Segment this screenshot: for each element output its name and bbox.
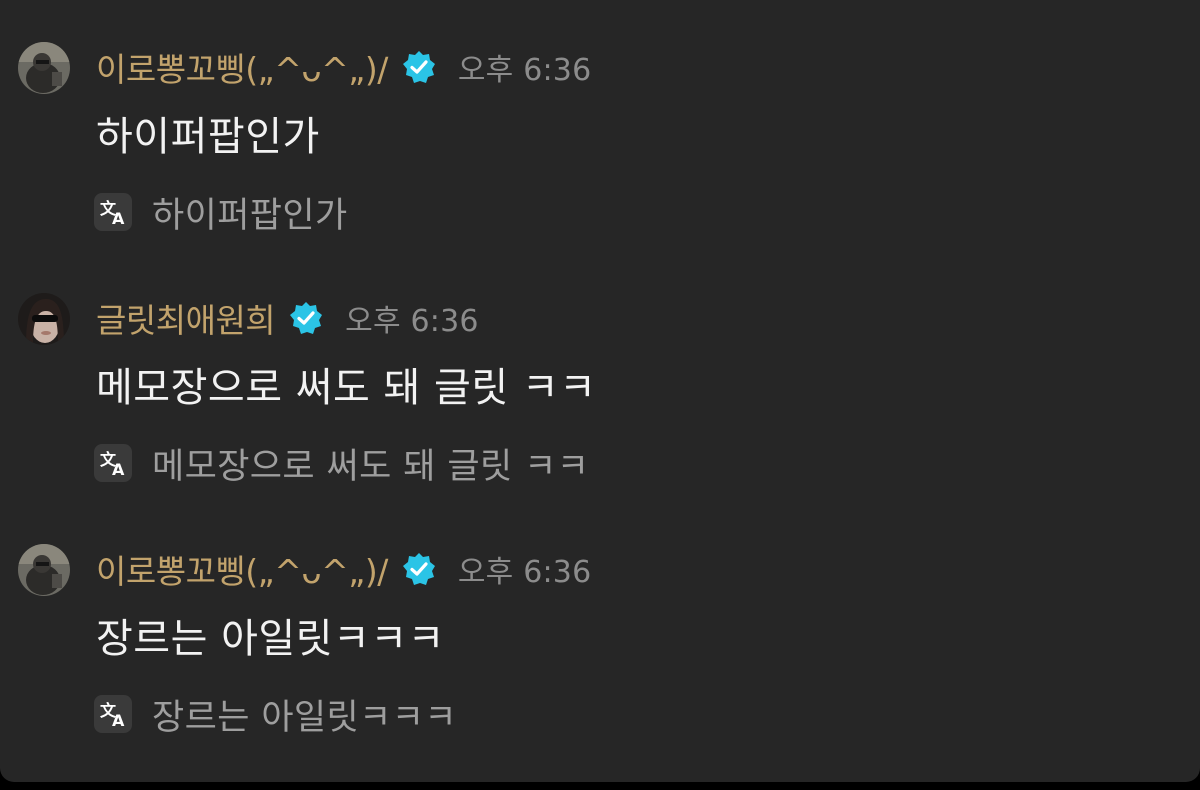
verified-badge-icon: [402, 552, 436, 586]
avatar[interactable]: [18, 293, 70, 345]
translation-row[interactable]: 文 A 메모장으로 써도 돼 글릿 ㅋㅋ: [94, 441, 589, 487]
verified-badge-icon: [402, 50, 436, 84]
message-header: 이로뽕꼬삥(„^ᴗ^„)/ 오후 6:36: [96, 44, 591, 90]
timestamp: 오후 6:36: [457, 555, 592, 590]
translate-icon[interactable]: 文 A: [94, 695, 132, 733]
translation-row[interactable]: 文 A 장르는 아일릿ㅋㅋㅋ: [94, 692, 457, 738]
verified-badge-icon: [289, 301, 323, 335]
translate-icon[interactable]: 文 A: [94, 193, 132, 231]
avatar[interactable]: [18, 42, 70, 94]
svg-text:A: A: [112, 209, 125, 228]
translated-text: 메모장으로 써도 돼 글릿 ㅋㅋ: [152, 446, 590, 487]
translated-text: 하이퍼팝인가: [152, 195, 348, 236]
avatar[interactable]: [18, 544, 70, 596]
translation-row[interactable]: 文 A 하이퍼팝인가: [94, 190, 348, 236]
svg-text:A: A: [112, 711, 125, 730]
username[interactable]: 글릿최애원희: [96, 294, 276, 342]
chat-message: 이로뽕꼬삥(„^ᴗ^„)/ 오후 6:36 장르는 아일릿ㅋㅋㅋ 文 A 장르는…: [0, 544, 1200, 782]
message-text: 하이퍼팝인가: [96, 114, 320, 160]
chat-screen: 이로뽕꼬삥(„^ᴗ^„)/ 오후 6:36 하이퍼팝인가 文 A 하이퍼팝인가: [0, 0, 1200, 782]
username[interactable]: 이로뽕꼬삥(„^ᴗ^„)/: [96, 545, 388, 593]
timestamp: 오후 6:36: [345, 304, 479, 339]
timestamp: 오후 6:36: [457, 53, 592, 88]
svg-text:A: A: [112, 460, 125, 479]
translated-text: 장르는 아일릿ㅋㅋㅋ: [152, 697, 457, 738]
username[interactable]: 이로뽕꼬삥(„^ᴗ^„)/: [96, 43, 388, 91]
chat-message: 이로뽕꼬삥(„^ᴗ^„)/ 오후 6:36 하이퍼팝인가 文 A 하이퍼팝인가: [0, 42, 1200, 292]
message-header: 글릿최애원희 오후 6:36: [96, 295, 479, 341]
message-header: 이로뽕꼬삥(„^ᴗ^„)/ 오후 6:36: [96, 546, 591, 592]
message-text: 메모장으로 써도 돼 글릿 ㅋㅋ: [96, 365, 597, 411]
chat-message: 글릿최애원희 오후 6:36 메모장으로 써도 돼 글릿 ㅋㅋ 文 A 메모장으…: [0, 293, 1200, 543]
message-text: 장르는 아일릿ㅋㅋㅋ: [96, 616, 445, 662]
translate-icon[interactable]: 文 A: [94, 444, 132, 482]
